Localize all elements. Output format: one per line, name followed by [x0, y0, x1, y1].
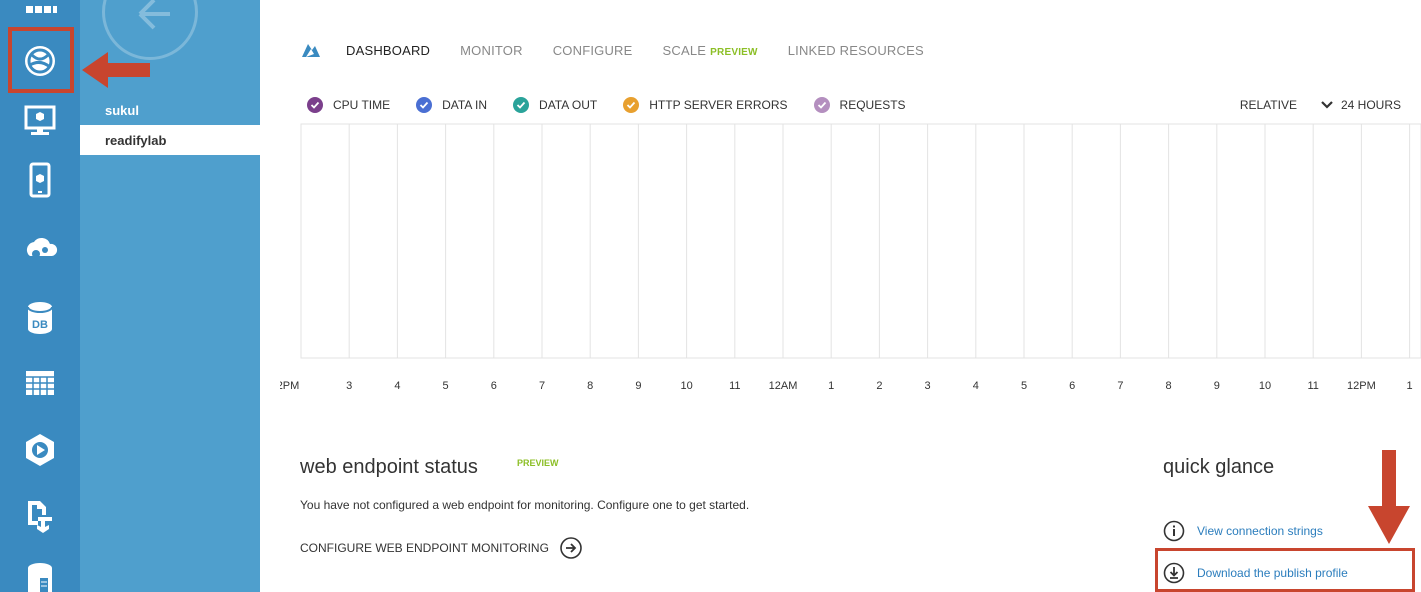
- tab-configure[interactable]: CONFIGURE: [553, 43, 633, 58]
- view-connection-strings-link[interactable]: View connection strings: [1163, 520, 1323, 542]
- info-icon: [1163, 520, 1185, 542]
- tab-scale[interactable]: SCALE PREVIEW: [663, 43, 758, 58]
- check-icon: [623, 97, 640, 113]
- chart-x-tick-label: 12AM: [769, 380, 798, 392]
- configure-web-endpoint-label: CONFIGURE WEB ENDPOINT MONITORING: [300, 541, 549, 555]
- range-mode-toggle[interactable]: RELATIVE: [1240, 98, 1297, 112]
- range-period-select[interactable]: 24 HOURS: [1341, 98, 1401, 112]
- legend-item-requests[interactable]: REQUESTS: [813, 97, 906, 113]
- legend-label: REQUESTS: [839, 98, 906, 112]
- chart-x-tick-label: 10: [1259, 380, 1271, 392]
- chart-x-tick-label: 2PM: [280, 380, 299, 392]
- chart-x-tick-label: 9: [1214, 380, 1220, 392]
- table-icon[interactable]: [0, 355, 80, 411]
- mobile-icon[interactable]: [0, 152, 80, 208]
- all-items-icon[interactable]: [0, 0, 80, 30]
- back-arrow-icon: [138, 0, 170, 30]
- chart-x-tick-label: 6: [1069, 380, 1075, 392]
- service-bus-icon[interactable]: [0, 487, 80, 543]
- chart-x-tick-label: 8: [1166, 380, 1172, 392]
- subnav-item-sukul[interactable]: sukul: [80, 95, 260, 125]
- tab-bar: DASHBOARD MONITOR CONFIGURE SCALE PREVIEW…: [300, 38, 954, 62]
- media-icon[interactable]: [0, 422, 80, 478]
- chart-x-tick-label: 1: [1407, 380, 1413, 392]
- chart-x-tick-label: 7: [539, 380, 545, 392]
- chart-x-tick-label: 9: [635, 380, 641, 392]
- website-cloud-icon: [302, 44, 320, 57]
- legend-label: HTTP SERVER ERRORS: [649, 98, 788, 112]
- gears-icon[interactable]: [0, 222, 80, 278]
- metrics-chart: 2PM 3 4 5 6 7 8 9 10 11 12AM 1 2 3 4 5 6 7 8 9 10 11 12PM 1: [280, 123, 1421, 392]
- tab-linked-resources[interactable]: LINKED RESOURCES: [788, 43, 924, 58]
- check-icon: [813, 97, 830, 113]
- check-icon: [416, 97, 433, 113]
- chart-x-tick-label: 8: [587, 380, 593, 392]
- database-icon[interactable]: DB: [0, 290, 80, 346]
- chart-x-tick-label: 2: [876, 380, 882, 392]
- chart-x-tick-label: 12PM: [1347, 380, 1376, 392]
- globe-icon[interactable]: [0, 33, 80, 89]
- arrow-right-circle-icon: [560, 537, 582, 559]
- download-publish-profile-link[interactable]: Download the publish profile: [1163, 562, 1348, 584]
- legend-label: CPU TIME: [333, 98, 391, 112]
- report-icon[interactable]: [0, 548, 80, 592]
- database-icon-label: DB: [32, 319, 48, 331]
- chevron-down-icon[interactable]: [1321, 100, 1333, 110]
- chart-x-tick-label: 5: [1021, 380, 1027, 392]
- tab-dashboard[interactable]: DASHBOARD: [346, 43, 430, 58]
- download-icon: [1163, 562, 1185, 584]
- chart-x-tick-label: 3: [346, 380, 352, 392]
- legend-item-cpu-time[interactable]: CPU TIME: [307, 97, 390, 113]
- legend-item-data-out[interactable]: DATA OUT: [513, 97, 597, 113]
- chart-x-tick-label: 7: [1117, 380, 1123, 392]
- chart-legend: CPU TIME DATA IN DATA OUT HTTP SERVER ER…: [307, 95, 932, 115]
- web-endpoint-status-heading: web endpoint status: [300, 456, 478, 478]
- subnav-item-readifylab[interactable]: readifylab: [80, 125, 260, 155]
- tab-scale-preview-badge: PREVIEW: [710, 46, 758, 58]
- download-publish-profile-label: Download the publish profile: [1197, 566, 1348, 580]
- web-endpoint-preview-badge: PREVIEW: [517, 458, 559, 468]
- check-icon: [307, 97, 323, 113]
- chart-x-tick-label: 5: [443, 380, 449, 392]
- chart-x-tick-label: 3: [925, 380, 931, 392]
- chart-plot-area: [300, 123, 1421, 359]
- check-icon: [513, 97, 530, 113]
- chart-x-axis-ticks: 2PM 3 4 5 6 7 8 9 10 11 12AM 1 2 3 4 5 6 7 8 9 10 11 12PM 1: [280, 380, 1413, 392]
- left-nav-rail: DB: [0, 0, 80, 592]
- legend-item-http-server-errors[interactable]: HTTP SERVER ERRORS: [623, 97, 788, 113]
- legend-label: DATA IN: [442, 98, 488, 112]
- tab-monitor[interactable]: MONITOR: [460, 43, 523, 58]
- annotation-arrow-left: [82, 52, 150, 88]
- chart-x-tick-label: 1: [828, 380, 834, 392]
- chart-x-tick-label: 4: [973, 380, 979, 392]
- chart-x-tick-label: 6: [491, 380, 497, 392]
- annotation-arrow-down: [1368, 450, 1410, 544]
- configure-web-endpoint-link[interactable]: CONFIGURE WEB ENDPOINT MONITORING: [300, 536, 583, 560]
- chart-x-tick-label: 4: [394, 380, 400, 392]
- tab-scale-label: SCALE: [662, 42, 707, 58]
- monitor-icon[interactable]: [0, 92, 80, 148]
- chart-x-tick-label: 11: [729, 380, 740, 392]
- legend-item-data-in[interactable]: DATA IN: [416, 97, 487, 113]
- web-endpoint-message: You have not configured a web endpoint f…: [300, 498, 750, 512]
- view-connection-strings-label: View connection strings: [1197, 524, 1323, 538]
- time-range-controls: RELATIVE 24 HOURS: [1240, 95, 1401, 115]
- chart-grid: [300, 123, 1421, 359]
- legend-label: DATA OUT: [539, 98, 598, 112]
- page-title-clipped: ▔ ▔ ▔ ▔ ▔ ▔ ▔: [300, 0, 469, 13]
- chart-x-tick-label: 11: [1307, 380, 1318, 392]
- quick-glance-heading: quick glance: [1163, 456, 1275, 478]
- chart-x-tick-label: 10: [680, 380, 692, 392]
